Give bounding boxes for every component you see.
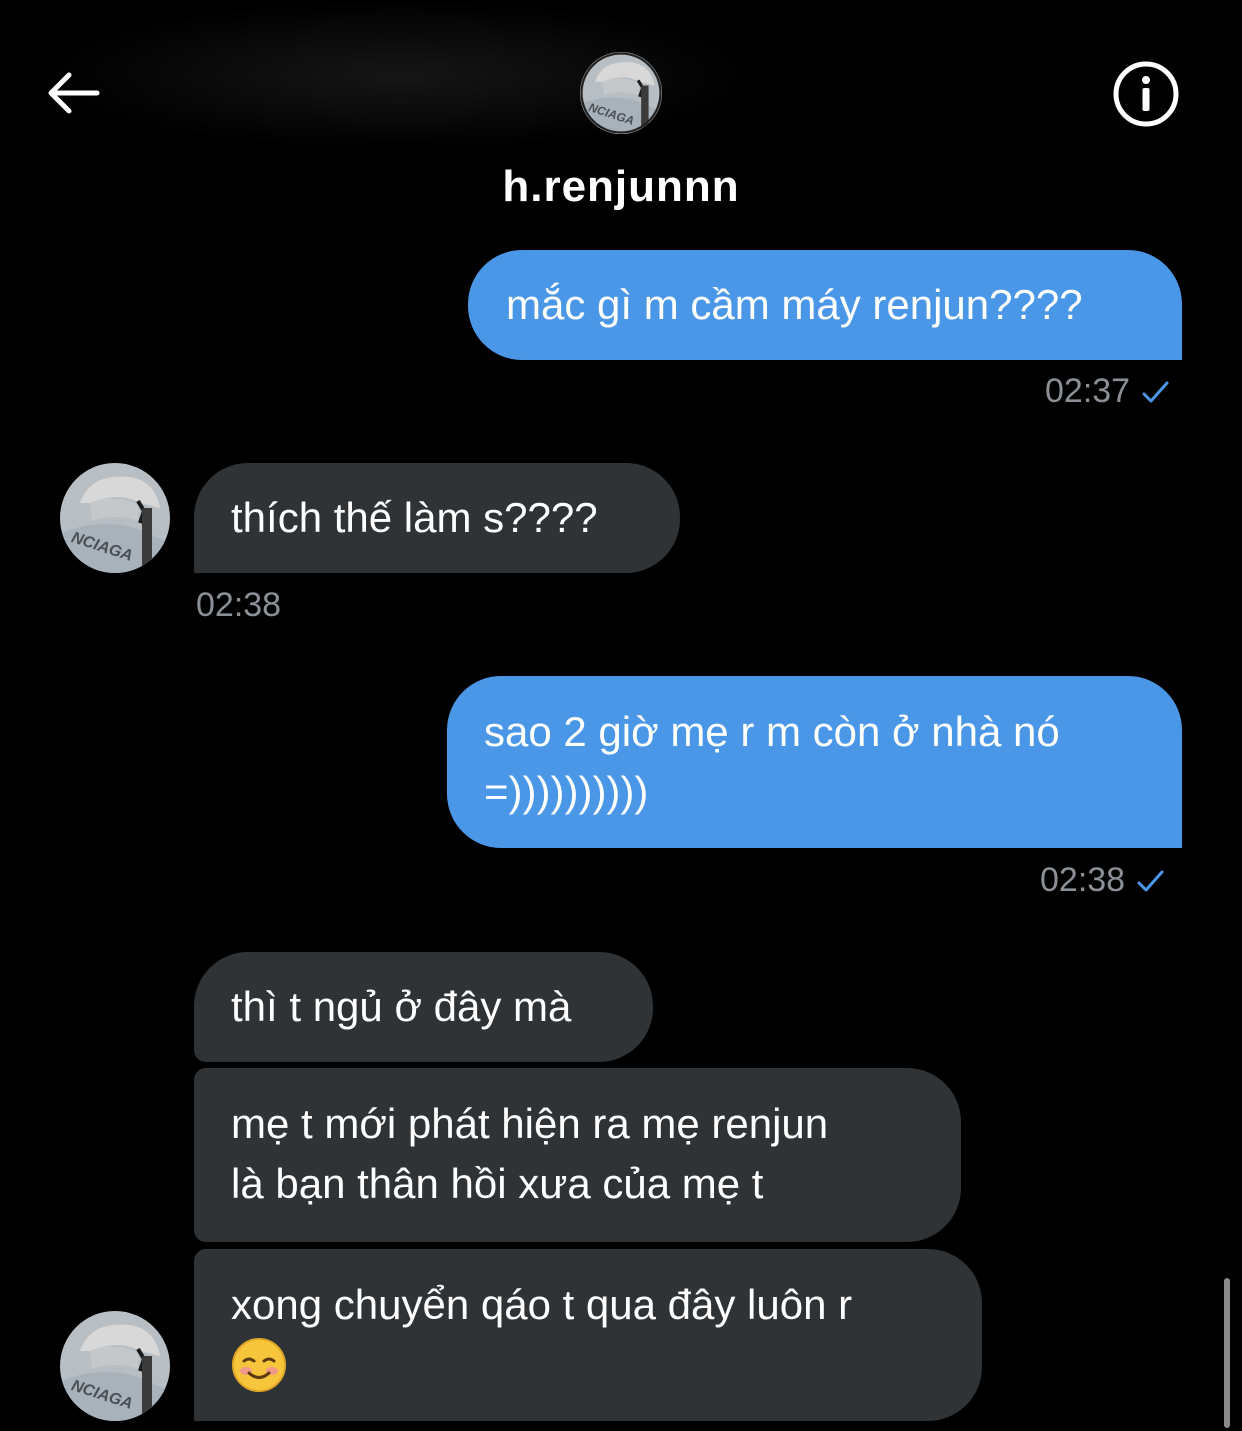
conversation-username[interactable]: h.renjunnn: [0, 162, 1242, 212]
header-avatar[interactable]: NCIAGA: [580, 52, 662, 134]
message-bubble-sent[interactable]: sao 2 giờ mẹ r m còn ở nhà nó =)))))))))…: [447, 676, 1182, 848]
message-timestamp: 02:37: [1045, 372, 1170, 411]
message-bubble-received[interactable]: thích thế làm s????: [194, 463, 680, 573]
check-icon: [1142, 381, 1169, 402]
smiling-face-icon: [232, 1337, 286, 1392]
avatar-image: NCIAGA: [60, 463, 170, 573]
back-button[interactable]: [40, 62, 106, 124]
arrow-left-icon: [48, 72, 100, 114]
avatar-image: NCIAGA: [60, 1311, 170, 1421]
message-bubble-sent[interactable]: mắc gì m cầm máy renjun????: [468, 250, 1182, 360]
message-text-line: =)))))))))): [484, 768, 649, 815]
message-timestamp: 02:38: [196, 586, 281, 625]
message-emoji-line: [231, 1335, 982, 1395]
message-bubble-received[interactable]: thì t ngủ ở đây mà: [194, 952, 653, 1062]
timestamp-text: 02:38: [1040, 861, 1126, 899]
avatar-image: NCIAGA: [580, 52, 662, 134]
info-button[interactable]: [1110, 58, 1182, 130]
message-text-line: sao 2 giờ mẹ r m còn ở nhà nó: [484, 708, 1060, 755]
check-icon: [1137, 870, 1164, 891]
timestamp-text: 02:37: [1045, 372, 1131, 410]
message-timestamp: 02:38: [1040, 861, 1165, 900]
info-circle-icon: [1113, 61, 1179, 127]
message-text: thì t ngủ ở đây mà: [231, 983, 572, 1030]
message-text-line: là bạn thân hồi xưa của mẹ t: [231, 1160, 764, 1207]
timestamp-text: 02:38: [196, 586, 282, 624]
scrollbar[interactable]: [1224, 1278, 1230, 1428]
sender-avatar[interactable]: NCIAGA: [60, 463, 170, 573]
message-bubble-received[interactable]: xong chuyển qáo t qua đây luôn r: [194, 1249, 982, 1421]
message-text: thích thế làm s????: [231, 494, 598, 541]
message-text-line: mẹ t mới phát hiện ra mẹ renjun: [231, 1100, 829, 1147]
sender-avatar[interactable]: NCIAGA: [60, 1311, 170, 1421]
message-text-line: xong chuyển qáo t qua đây luôn r: [231, 1281, 853, 1328]
message-bubble-received[interactable]: mẹ t mới phát hiện ra mẹ renjun là bạn t…: [194, 1068, 961, 1242]
message-text: mắc gì m cầm máy renjun????: [506, 281, 1083, 328]
